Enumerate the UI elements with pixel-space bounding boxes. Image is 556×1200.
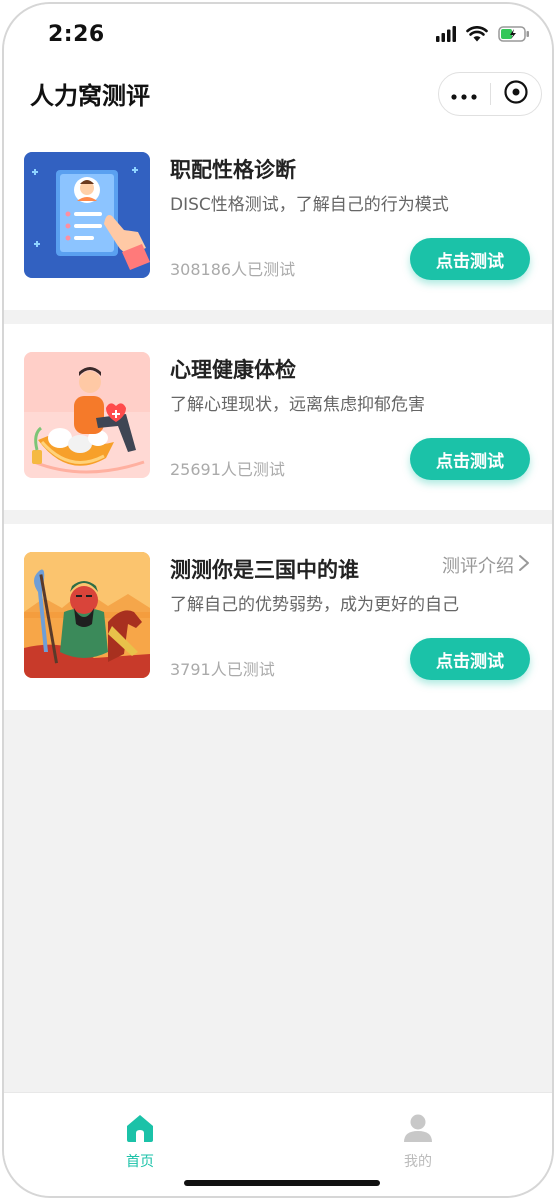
battery-icon	[498, 26, 530, 46]
test-list: 职配性格诊断 DISC性格测试，了解自己的行为模式 308186人已测试 点击测…	[4, 124, 552, 724]
card-test-count: 25691人已测试	[170, 460, 285, 479]
wifi-icon	[466, 26, 488, 46]
chevron-right-icon	[518, 554, 530, 577]
list-item[interactable]: 职配性格诊断 DISC性格测试，了解自己的行为模式 308186人已测试 点击测…	[4, 124, 552, 310]
status-time: 2:26	[48, 22, 105, 47]
tab-mine[interactable]: 我的	[378, 1113, 458, 1171]
card-description: 了解心理现状，远离焦虑抑郁危害	[170, 395, 425, 415]
card-thumbnail-personality	[24, 152, 150, 278]
tab-home-label: 首页	[126, 1154, 154, 1170]
more-icon	[451, 85, 477, 104]
card-thumbnail-mental-health	[24, 352, 150, 478]
signal-icon	[436, 26, 456, 46]
card-description: 了解自己的优势弱势，成为更好的自己	[170, 595, 459, 615]
close-button[interactable]	[490, 73, 541, 115]
phone-screen: 2:26 人力窝测评 职配性格诊断 DISC性格测试，了解自己的行为模式 308…	[2, 2, 554, 1198]
close-icon	[503, 79, 529, 109]
tab-mine-label: 我的	[404, 1154, 432, 1170]
more-button[interactable]	[439, 73, 490, 115]
card-description: DISC性格测试，了解自己的行为模式	[170, 195, 449, 215]
intro-link-label: 测评介绍	[442, 556, 514, 577]
list-item[interactable]: 测测你是三国中的谁 测评介绍 了解自己的优势弱势，成为更好的自己 3791人已测…	[4, 524, 552, 710]
card-thumbnail-three-kingdoms	[24, 552, 150, 678]
start-test-button[interactable]: 点击测试	[410, 638, 530, 680]
page-title: 人力窝测评	[30, 82, 150, 110]
nav-bar: 人力窝测评	[4, 68, 552, 124]
card-title: 测测你是三国中的谁	[170, 558, 359, 582]
tab-home[interactable]: 首页	[100, 1113, 180, 1171]
home-indicator	[184, 1180, 380, 1186]
card-test-count: 3791人已测试	[170, 660, 275, 679]
card-title: 心理健康体检	[170, 358, 296, 382]
card-test-count: 308186人已测试	[170, 260, 296, 279]
mini-program-capsule	[438, 72, 542, 116]
start-test-button[interactable]: 点击测试	[410, 438, 530, 480]
home-icon	[124, 1113, 156, 1147]
list-item[interactable]: 心理健康体检 了解心理现状，远离焦虑抑郁危害 25691人已测试 点击测试	[4, 324, 552, 510]
status-bar: 2:26	[4, 4, 552, 68]
card-title: 职配性格诊断	[170, 158, 296, 182]
test-intro-link[interactable]: 测评介绍	[442, 552, 530, 578]
start-test-button[interactable]: 点击测试	[410, 238, 530, 280]
status-icons	[436, 26, 530, 46]
tab-bar: 首页 我的	[4, 1092, 552, 1196]
user-icon	[402, 1113, 434, 1147]
